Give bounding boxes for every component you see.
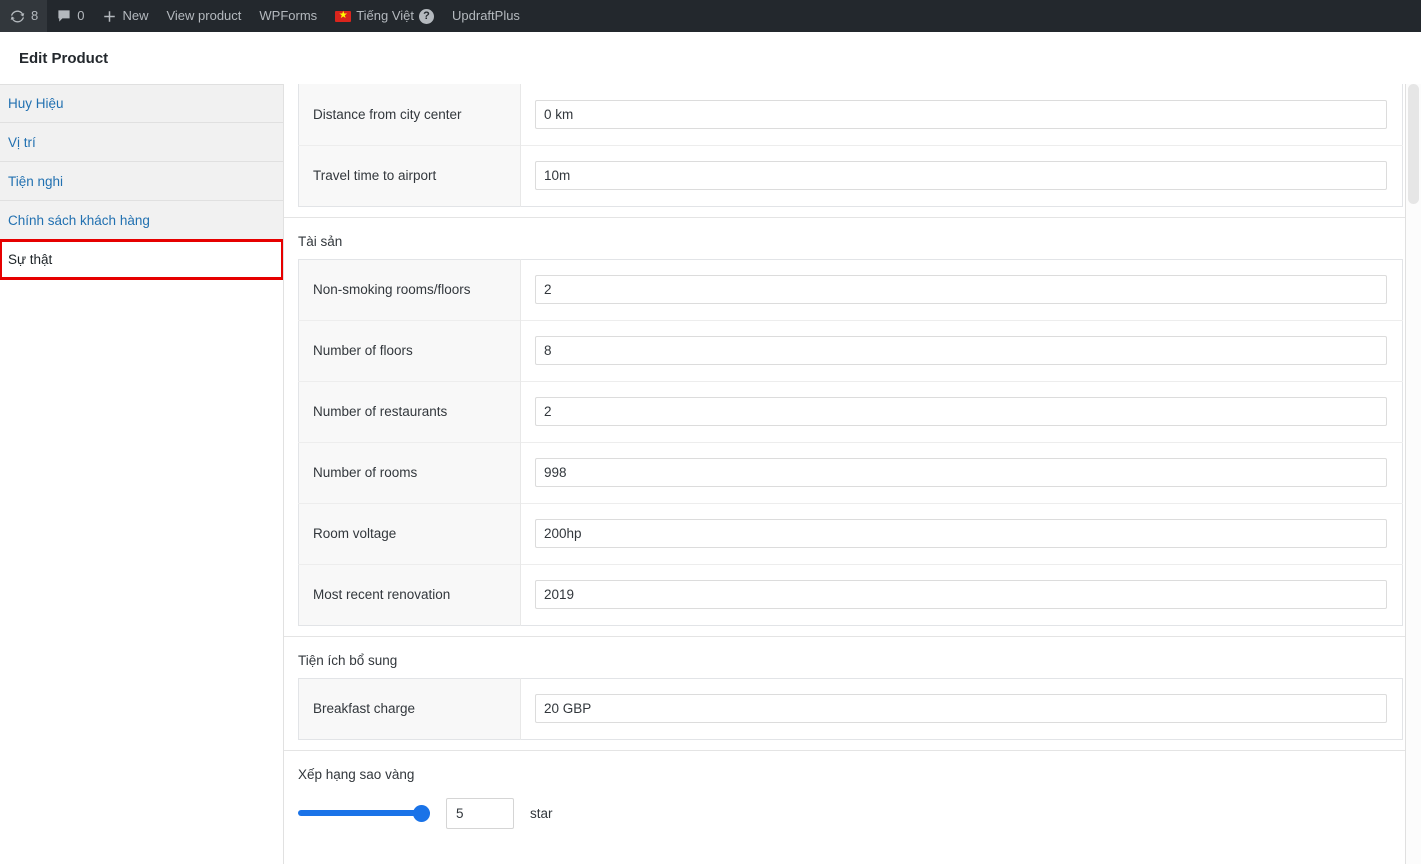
sidebar-item-huy-hieu[interactable]: Huy Hiệu bbox=[0, 84, 283, 123]
fields-table-tai-san: Non-smoking rooms/floors Number of floor… bbox=[298, 258, 1403, 626]
new-label: New bbox=[122, 8, 149, 23]
page-title: Edit Product bbox=[19, 49, 109, 67]
page-layout: Huy Hiệu Vị trí Tiện nghi Chính sách khá… bbox=[0, 84, 1421, 864]
table-row: Non-smoking rooms/floors bbox=[298, 259, 1403, 320]
sidebar-empty-area bbox=[0, 279, 283, 864]
adminbar-language[interactable]: Tiếng Việt ? bbox=[326, 0, 443, 32]
adminbar-view-product[interactable]: View product bbox=[157, 0, 250, 32]
plus-icon bbox=[102, 9, 117, 24]
star-rating-unit: star bbox=[530, 805, 553, 821]
help-icon[interactable]: ? bbox=[419, 8, 435, 24]
field-label: Room voltage bbox=[298, 503, 521, 564]
wordpress-updates-icon bbox=[9, 8, 26, 25]
table-row: Room voltage bbox=[298, 503, 1403, 564]
section-title-tai-san: Tài sản bbox=[298, 233, 343, 249]
table-row: Number of floors bbox=[298, 320, 1403, 381]
table-row: Most recent renovation bbox=[298, 564, 1403, 625]
slider-thumb[interactable] bbox=[413, 804, 430, 822]
adminbar-new[interactable]: New bbox=[93, 0, 157, 32]
main-content: Distance from city center Travel time to… bbox=[284, 84, 1421, 864]
star-rating-block: Xếp hạng sao vàng star bbox=[298, 751, 1403, 829]
input-non-smoking-rooms-floors[interactable] bbox=[535, 275, 1387, 304]
sidebar-item-label: Huy Hiệu bbox=[8, 96, 64, 111]
admin-bar: 8 0 New View product WPForms Tiếng Việt … bbox=[0, 0, 1421, 32]
adminbar-comments[interactable]: 0 bbox=[47, 0, 93, 32]
sidebar-tab-list: Huy Hiệu Vị trí Tiện nghi Chính sách khá… bbox=[0, 84, 284, 864]
slider-track bbox=[298, 810, 430, 816]
updates-count: 8 bbox=[31, 8, 39, 23]
star-rating-row: star bbox=[298, 797, 1403, 829]
input-number-of-floors[interactable] bbox=[535, 336, 1387, 365]
star-rating-slider[interactable] bbox=[298, 803, 430, 823]
sidebar-item-su-that[interactable]: Sự thật bbox=[0, 239, 283, 280]
adminbar-updates[interactable]: 8 bbox=[0, 0, 48, 32]
input-number-of-restaurants[interactable] bbox=[535, 397, 1387, 426]
field-label: Number of restaurants bbox=[298, 381, 521, 442]
input-distance-from-city-center[interactable] bbox=[535, 99, 1387, 129]
sidebar-item-tien-nghi[interactable]: Tiện nghi bbox=[0, 162, 283, 201]
scrollbar-thumb[interactable] bbox=[1408, 84, 1419, 204]
vietnam-flag-icon bbox=[335, 10, 352, 22]
star-rating-input[interactable] bbox=[446, 797, 514, 829]
section-title-tien-ich-bo-sung: Tiện ích bổ sung bbox=[298, 652, 398, 668]
comment-icon bbox=[56, 8, 72, 24]
comments-count: 0 bbox=[77, 8, 85, 23]
table-row: Number of rooms bbox=[298, 442, 1403, 503]
wpforms-label: WPForms bbox=[259, 8, 318, 23]
adminbar-wpforms[interactable]: WPForms bbox=[250, 0, 326, 32]
page-header: Edit Product bbox=[0, 32, 1421, 84]
table-row: Distance from city center bbox=[298, 84, 1403, 145]
input-breakfast-charge[interactable] bbox=[535, 694, 1387, 723]
updraftplus-label: UpdraftPlus bbox=[452, 8, 520, 23]
field-label: Most recent renovation bbox=[298, 564, 521, 625]
fields-table-tien-ich-bo-sung: Breakfast charge bbox=[298, 677, 1403, 740]
input-travel-time-to-airport[interactable] bbox=[535, 161, 1387, 190]
fields-table-location: Distance from city center Travel time to… bbox=[298, 84, 1403, 207]
sidebar-item-label: Vị trí bbox=[8, 134, 36, 150]
field-label: Non-smoking rooms/floors bbox=[298, 259, 521, 320]
field-label: Breakfast charge bbox=[298, 678, 521, 739]
field-label: Travel time to airport bbox=[298, 145, 521, 206]
input-number-of-rooms[interactable] bbox=[535, 458, 1387, 487]
input-room-voltage[interactable] bbox=[535, 519, 1387, 548]
vertical-scrollbar[interactable] bbox=[1405, 84, 1421, 864]
table-row: Breakfast charge bbox=[298, 678, 1403, 739]
field-label: Number of rooms bbox=[298, 442, 521, 503]
sidebar-item-label: Chính sách khách hàng bbox=[8, 212, 150, 228]
star-rating-label: Xếp hạng sao vàng bbox=[298, 766, 415, 782]
table-row: Number of restaurants bbox=[298, 381, 1403, 442]
sidebar-item-label: Sự thật bbox=[8, 251, 53, 267]
sidebar-item-label: Tiện nghi bbox=[8, 173, 64, 189]
field-label: Distance from city center bbox=[298, 84, 521, 145]
sidebar-item-chinh-sach-khach-hang[interactable]: Chính sách khách hàng bbox=[0, 201, 283, 240]
field-label: Number of floors bbox=[298, 320, 521, 381]
input-most-recent-renovation[interactable] bbox=[535, 580, 1387, 609]
table-row: Travel time to airport bbox=[298, 145, 1403, 206]
view-product-label: View product bbox=[166, 8, 242, 23]
adminbar-updraftplus[interactable]: UpdraftPlus bbox=[443, 0, 529, 32]
sidebar-item-vi-tri[interactable]: Vị trí bbox=[0, 123, 283, 162]
language-label: Tiếng Việt bbox=[356, 8, 415, 23]
